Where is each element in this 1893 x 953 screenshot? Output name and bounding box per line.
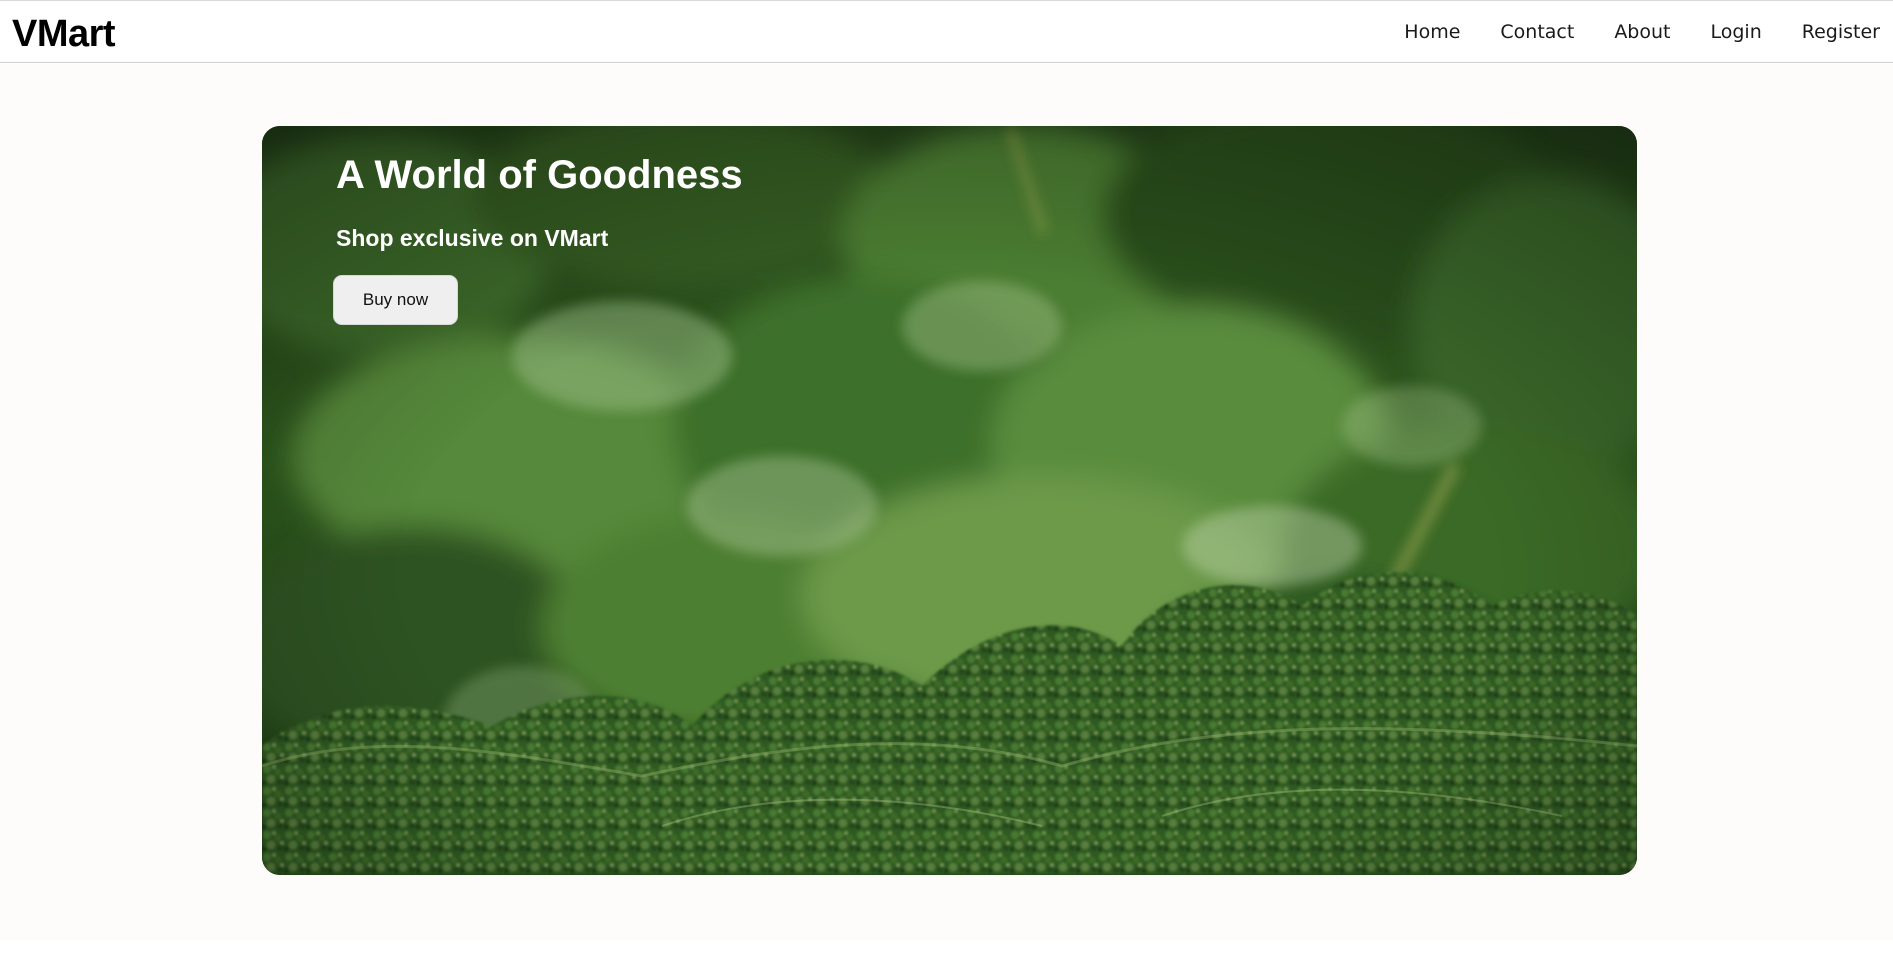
nav-link-about[interactable]: About — [1614, 21, 1670, 43]
nav-link-home[interactable]: Home — [1404, 21, 1460, 43]
hero-subtitle: Shop exclusive on VMart — [336, 225, 609, 251]
nav-link-login[interactable]: Login — [1711, 21, 1762, 43]
nav-links: Home Contact About Login Register — [1404, 1, 1893, 63]
brand-logo[interactable]: VMart — [12, 12, 116, 56]
main-content: A World of Goodness Shop exclusive on VM… — [0, 64, 1893, 940]
navbar: VMart Home Contact About Login Register — [0, 1, 1893, 63]
nav-link-contact[interactable]: Contact — [1500, 21, 1574, 43]
hero-content: A World of Goodness Shop exclusive on VM… — [262, 126, 1637, 875]
hero-banner: A World of Goodness Shop exclusive on VM… — [262, 126, 1637, 875]
hero-title: A World of Goodness — [336, 153, 743, 197]
nav-link-register[interactable]: Register — [1802, 21, 1880, 43]
buy-now-button[interactable]: Buy now — [333, 275, 458, 325]
